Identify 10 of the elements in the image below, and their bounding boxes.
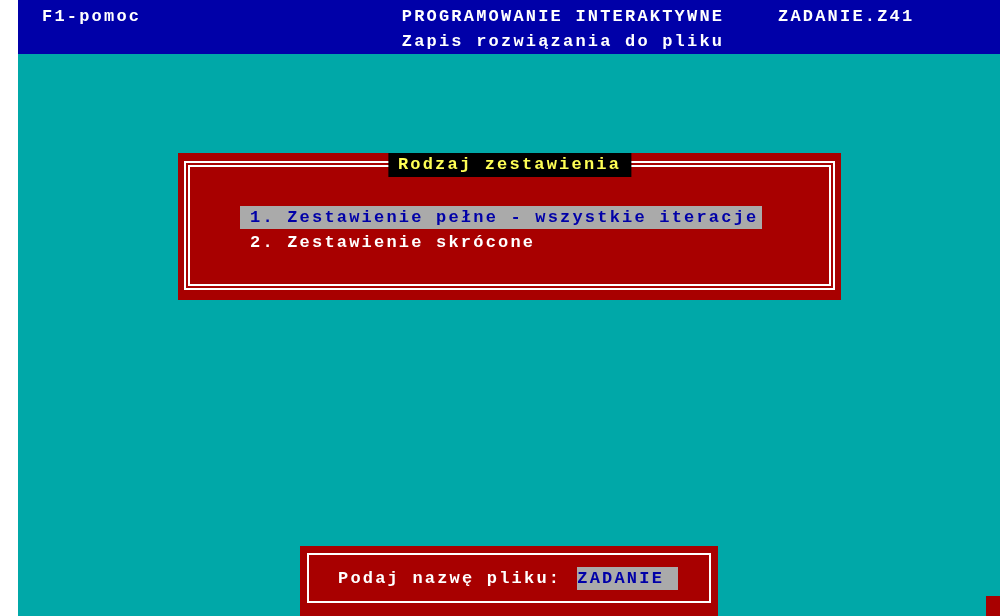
- file-name-label: Podaj nazwę pliku:: [338, 568, 562, 588]
- edge-marker: [986, 596, 1000, 616]
- screen-subtitle: Zapis rozwiązania do pliku: [401, 31, 725, 53]
- program-title: PROGRAMOWANIE INTERAKTYWNE: [401, 6, 725, 28]
- dialog-title: Rodzaj zestawienia: [387, 153, 632, 177]
- menu-option[interactable]: 2. Zestawienie skrócone: [240, 231, 540, 254]
- help-hint: F1-pomoc: [42, 6, 143, 28]
- file-name-field[interactable]: ZADANIE: [577, 566, 679, 590]
- task-file-name: ZADANIE.Z41: [778, 6, 916, 28]
- menu-option[interactable]: 1. Zestawienie pełne - wszystkie iteracje: [240, 206, 763, 229]
